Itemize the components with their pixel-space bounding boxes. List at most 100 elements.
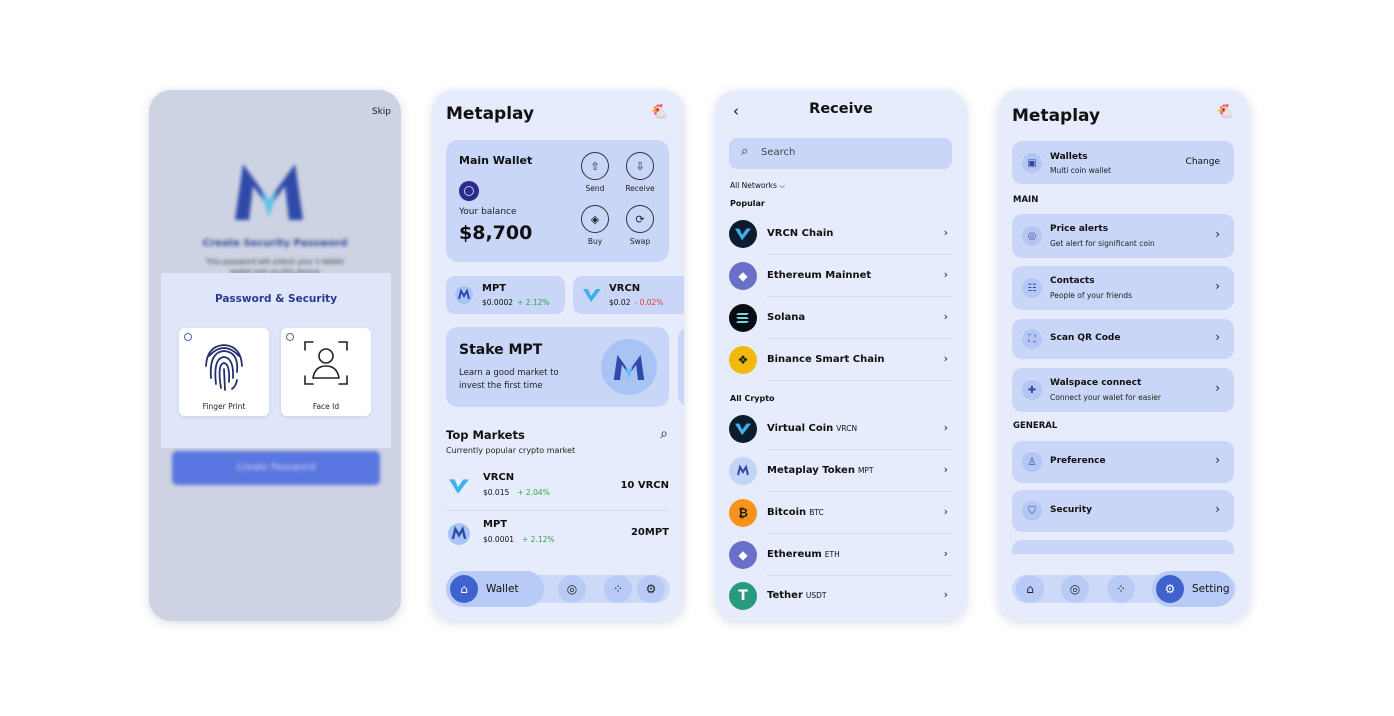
stake-card[interactable]: Stake MPT Learn a good market to invest …: [446, 327, 669, 407]
search-icon[interactable]: ⌕: [660, 426, 668, 442]
crypto-row[interactable]: ◆ Ethereum Mainnet ›: [729, 255, 952, 297]
network-filter[interactable]: All Networks ⌵: [730, 181, 785, 191]
market-amount: 10 VRCN: [620, 480, 669, 491]
faceid-option[interactable]: Face Id: [281, 328, 371, 416]
bottom-nav: ⌂ Wallet ◎ ⁘ ⚙: [446, 571, 670, 607]
chevron-right-icon: ›: [1215, 227, 1220, 241]
nav-wallet[interactable]: ⌂ Wallet: [446, 571, 544, 607]
binance-icon: ❖: [729, 346, 757, 374]
balance-value: $8,700: [459, 222, 533, 244]
market-row[interactable]: VRCN $0.015 + 2.04% 10 VRCN: [446, 464, 669, 511]
row-title: Contacts: [1050, 276, 1095, 286]
crypto-row[interactable]: Virtual Coin VRCN ›: [729, 408, 952, 450]
chevron-right-icon: ›: [943, 421, 948, 434]
app-title: Metaplay: [1012, 106, 1101, 126]
market-name: VRCN: [483, 472, 515, 483]
change-button[interactable]: Change: [1186, 157, 1220, 167]
skip-link[interactable]: Skip: [372, 107, 391, 117]
vrcn-chain-icon: [729, 220, 757, 248]
token-change: - 0.02%: [634, 298, 664, 307]
crypto-row[interactable]: Solana ›: [729, 297, 952, 339]
nav-wallet-label: Wallet: [486, 583, 519, 595]
chevron-right-icon: ›: [1215, 330, 1220, 344]
row-title: Scan QR Code: [1050, 333, 1121, 343]
row-title: Price alerts: [1050, 224, 1109, 234]
crypto-row[interactable]: VRCN Chain ›: [729, 213, 952, 255]
radio-button[interactable]: [286, 333, 294, 341]
walspace-connect-row[interactable]: ✚ Walspace connect Connect your walet fo…: [1012, 368, 1234, 412]
top-markets-title: Top Markets: [446, 428, 525, 442]
swap-button[interactable]: ⟳ Swap: [622, 205, 658, 246]
contacts-row[interactable]: ☷ Contacts People of your friends ›: [1012, 266, 1234, 310]
ethereum-icon: ◆: [729, 262, 757, 290]
crypto-row[interactable]: ₿ Bitcoin BTC ›: [729, 492, 952, 534]
row-subtitle: People of your friends: [1050, 291, 1133, 300]
wallet-selector[interactable]: Main Wallet: [459, 154, 532, 167]
tether-icon: T: [729, 582, 757, 610]
section-general: GENERAL: [1013, 421, 1058, 431]
nav-setting[interactable]: ⚙ Setting: [1152, 571, 1234, 607]
shield-icon: ⛉: [1022, 501, 1042, 521]
token-name: VRCN: [609, 283, 641, 294]
crypto-row[interactable]: Metaplay Token MPT ›: [729, 450, 952, 492]
section-popular: Popular: [730, 199, 765, 208]
row-title: Security: [1050, 505, 1093, 515]
token-card-mpt[interactable]: MPT $0.0002 + 2.12%: [446, 276, 565, 314]
home-icon: ⌂: [450, 575, 478, 603]
nav-gear-icon[interactable]: ⚙: [637, 575, 665, 603]
partial-row[interactable]: [1012, 540, 1234, 554]
market-amount: 20MPT: [630, 527, 669, 538]
receive-label: Receive: [625, 184, 655, 193]
mpt-coin-icon: [448, 523, 470, 545]
target-icon: ◎: [1022, 226, 1042, 246]
crypto-name: VRCN Chain: [767, 228, 834, 239]
mascot-icon[interactable]: 🐔: [1217, 104, 1234, 120]
chevron-right-icon: ›: [943, 352, 948, 365]
app-title: Metaplay: [446, 104, 535, 124]
market-change: + 2.04%: [517, 488, 550, 497]
token-card-vrcn[interactable]: VRCN $0.02- 0.02%: [573, 276, 684, 314]
token-name: MPT: [482, 283, 507, 294]
price-alerts-row[interactable]: ◎ Price alerts Get alert for significant…: [1012, 214, 1234, 258]
crypto-row[interactable]: ◆ Ethereum ETH ›: [729, 534, 952, 576]
receive-button[interactable]: ⇩ Receive: [622, 152, 658, 193]
buy-button[interactable]: ◈ Buy: [577, 205, 613, 246]
nav-apps-icon[interactable]: ⁘: [604, 575, 632, 603]
search-input[interactable]: ⌕ Search: [729, 138, 952, 169]
section-main: MAIN: [1013, 195, 1039, 205]
chevron-right-icon: ›: [943, 310, 948, 323]
section-all-crypto: All Crypto: [730, 394, 775, 403]
wallets-title: Wallets: [1050, 152, 1088, 162]
send-label: Send: [585, 184, 605, 193]
market-row[interactable]: MPT $0.0001 + 2.12% 20MPT: [446, 511, 669, 557]
mascot-icon[interactable]: 🐔: [651, 104, 668, 120]
token-change: + 2.12%: [517, 298, 550, 307]
crypto-row[interactable]: ❖ Binance Smart Chain ›: [729, 339, 952, 381]
send-button[interactable]: ⇧ Send: [577, 152, 613, 193]
chevron-down-icon[interactable]: ⌵: [526, 154, 533, 164]
fingerprint-option[interactable]: Finger Print: [179, 328, 269, 416]
stake-card-next[interactable]: [678, 327, 684, 407]
wallets-row[interactable]: ▣ Wallets Multi coin wallet Change: [1012, 141, 1234, 184]
crypto-row[interactable]: T Tether USDT ›: [729, 575, 952, 617]
row-subtitle: Get alert for significant coin: [1050, 239, 1155, 248]
chevron-right-icon: ›: [1215, 381, 1220, 395]
wallet-coin-icon: [459, 181, 479, 201]
market-price: $0.0001 + 2.12%: [483, 535, 555, 544]
scan-qr-row[interactable]: ⛶ Scan QR Code ›: [1012, 319, 1234, 359]
preference-row[interactable]: ♙ Preference ›: [1012, 441, 1234, 483]
nav-target-icon[interactable]: ◎: [558, 575, 586, 603]
crypto-name: Tether USDT: [767, 590, 827, 601]
radio-button[interactable]: [184, 333, 192, 341]
nav-target-icon[interactable]: ◎: [1061, 575, 1089, 603]
chevron-right-icon: ›: [943, 588, 948, 601]
create-password-button[interactable]: Create Password: [172, 451, 380, 485]
nav-apps-icon[interactable]: ⁘: [1107, 575, 1135, 603]
nav-home-icon[interactable]: ⌂: [1016, 575, 1044, 603]
security-row[interactable]: ⛉ Security ›: [1012, 490, 1234, 532]
puzzle-icon: ✚: [1022, 380, 1042, 400]
chevron-right-icon: ›: [943, 226, 948, 239]
balance-label: Your balance: [459, 207, 517, 217]
preference-icon: ♙: [1022, 452, 1042, 472]
screen-create-password: Skip Create Security Password This passw…: [149, 90, 401, 621]
